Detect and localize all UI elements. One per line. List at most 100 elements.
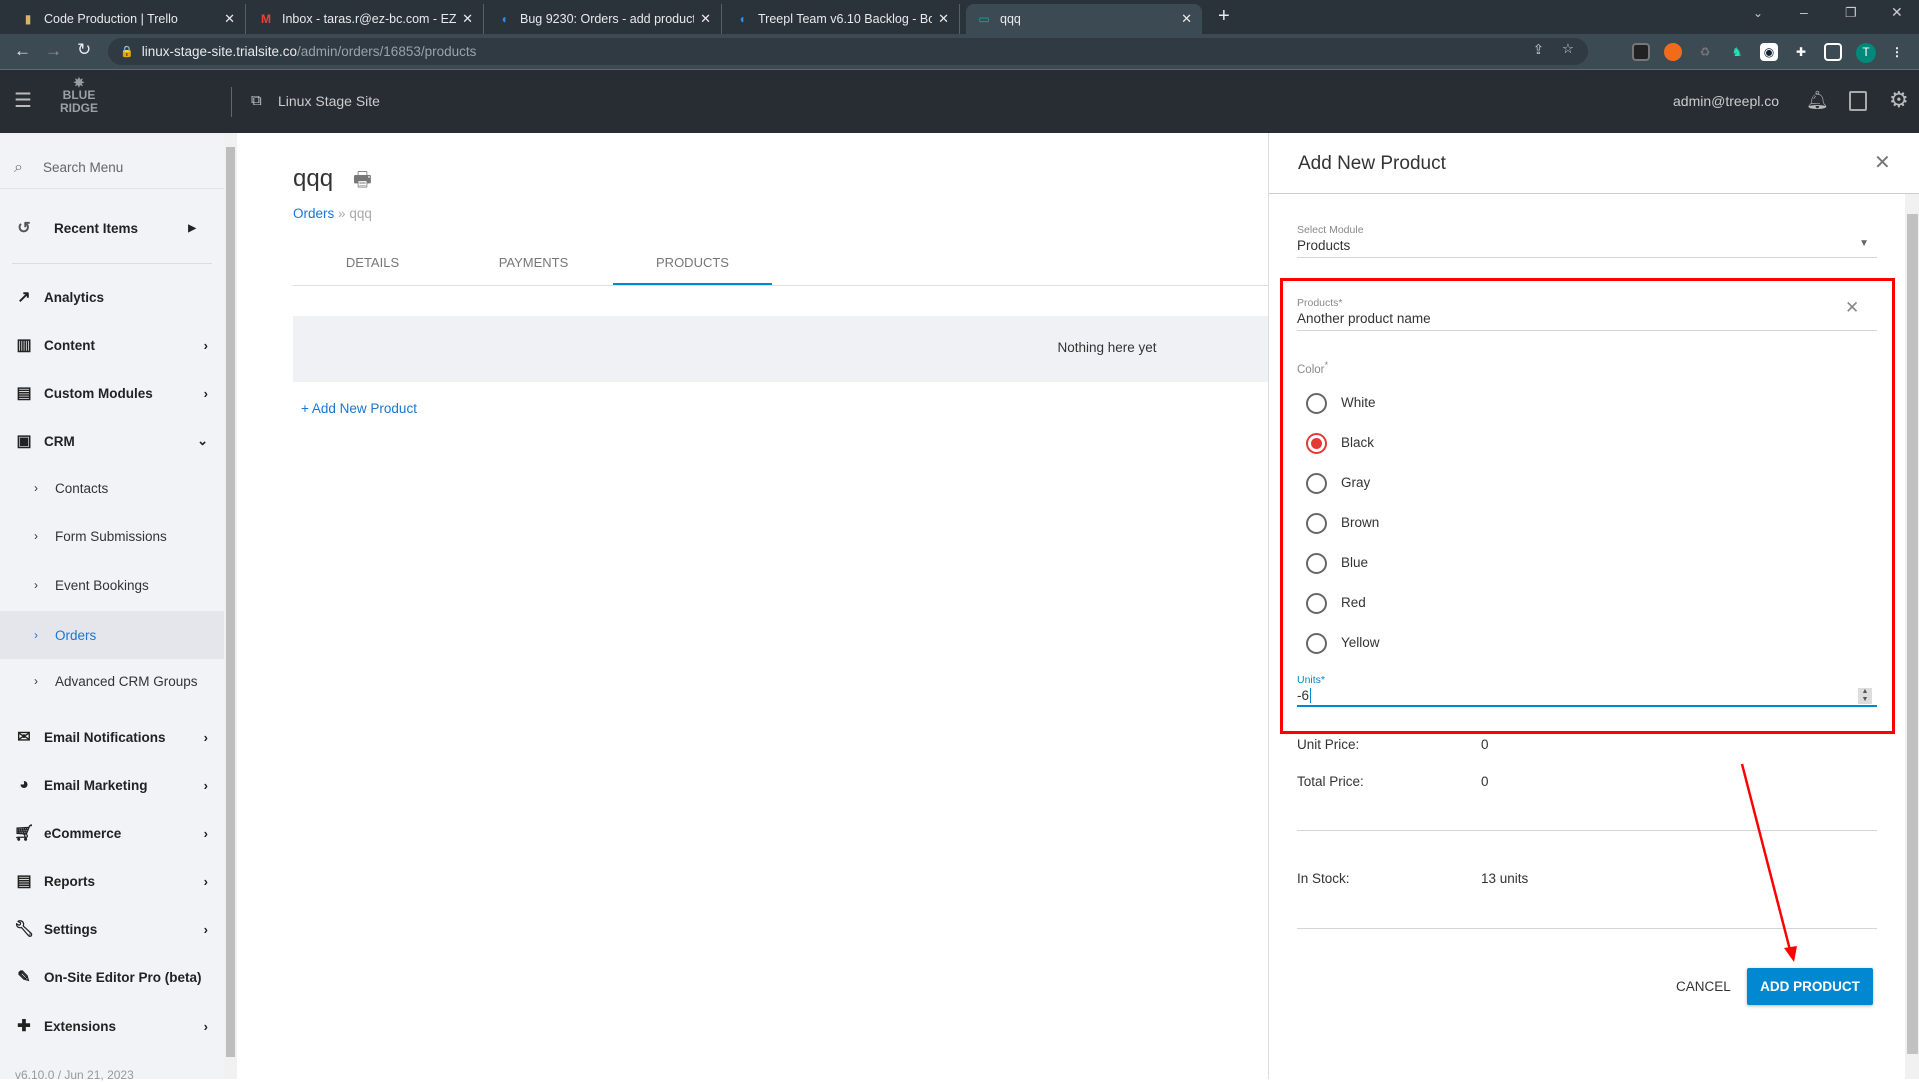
profile-avatar[interactable]: T: [1856, 43, 1876, 63]
browser-menu-icon[interactable]: ⋮: [1888, 43, 1906, 61]
sidebar-item-reports[interactable]: ▤ Reports ›: [0, 861, 224, 901]
print-icon[interactable]: 🖶: [353, 165, 372, 199]
external-link-icon[interactable]: ⧉: [251, 92, 262, 109]
sidebar-subitem-form-submissions[interactable]: › Form Submissions: [0, 514, 224, 558]
units-label: Units*: [1297, 674, 1326, 686]
logo[interactable]: ✵ BLUE RIDGE: [56, 76, 102, 115]
new-tab-button[interactable]: +: [1218, 5, 1230, 28]
add-product-button[interactable]: ADD PRODUCT: [1747, 968, 1873, 1005]
sidebar-subitem-advanced-crm-groups[interactable]: › Advanced CRM Groups: [0, 659, 224, 703]
search-menu[interactable]: ⌕ Search Menu: [0, 147, 224, 189]
close-icon[interactable]: ✕: [1874, 150, 1891, 175]
radio-gray[interactable]: [1306, 473, 1327, 494]
hamburger-menu-icon[interactable]: ☰: [14, 88, 32, 113]
sidebar-item-content[interactable]: ▥ Content ›: [0, 325, 224, 365]
sidebar-scrollbar[interactable]: [224, 133, 237, 1079]
divider: [1297, 928, 1877, 929]
tab-payments[interactable]: PAYMENTS: [454, 255, 613, 270]
puzzle-extensions-icon[interactable]: ✚: [1792, 43, 1810, 61]
radio-label[interactable]: White: [1341, 395, 1376, 410]
select-module-label: Select Module: [1297, 224, 1364, 236]
sidebar-item-settings[interactable]: 🔧︎ Settings ›: [0, 909, 224, 949]
back-icon[interactable]: ←: [14, 41, 31, 61]
site-name-link[interactable]: Linux Stage Site: [278, 93, 380, 109]
radio-label[interactable]: Blue: [1341, 555, 1368, 570]
total-price-value: 0: [1481, 774, 1489, 789]
extension-icon[interactable]: [1632, 43, 1650, 61]
sidebar-item-ecommerce[interactable]: 🛒︎ eCommerce ›: [0, 813, 224, 853]
radio-label[interactable]: Brown: [1341, 515, 1379, 530]
browser-tab-active[interactable]: ▭ qqq ✕: [966, 4, 1202, 34]
sidebar-item-crm[interactable]: ▣ CRM ⌄: [0, 421, 224, 461]
extension-icon[interactable]: ♻: [1696, 43, 1714, 61]
panel-scrollbar[interactable]: [1905, 194, 1919, 1079]
close-tab-icon[interactable]: ✕: [938, 11, 949, 27]
gear-icon[interactable]: ⚙: [1889, 87, 1909, 113]
radio-blue[interactable]: [1306, 553, 1327, 574]
bookmark-star-icon[interactable]: ☆: [1562, 41, 1574, 57]
chevron-right-icon: ›: [203, 825, 208, 841]
share-icon[interactable]: ⇪: [1533, 42, 1544, 58]
sidebar-item-extensions[interactable]: ✚ Extensions ›: [0, 1006, 224, 1046]
sidebar-item-onsite-editor[interactable]: ✎ On-Site Editor Pro (beta): [0, 957, 224, 997]
restore-button[interactable]: ❐: [1845, 5, 1857, 21]
breadcrumb-orders-link[interactable]: Orders: [293, 206, 334, 221]
extension-icon[interactable]: [1664, 43, 1682, 61]
tab-search-icon[interactable]: ⌄: [1753, 6, 1763, 20]
browser-toolbar: ← → ↻ 🔒 linux-stage-site.trialsite.co/ad…: [0, 34, 1919, 70]
number-stepper[interactable]: ▲ ▼: [1858, 688, 1872, 704]
sidebar-item-custom-modules[interactable]: ▤ Custom Modules ›: [0, 373, 224, 413]
analytics-icon: ↗: [17, 289, 31, 306]
media-icon[interactable]: [1849, 91, 1867, 111]
annotation-highlight-box: [1280, 278, 1895, 734]
radio-brown[interactable]: [1306, 513, 1327, 534]
select-module-dropdown[interactable]: Products ▼: [1297, 238, 1877, 253]
sidebar-item-analytics[interactable]: ↗ Analytics: [0, 277, 224, 317]
tab-products[interactable]: PRODUCTS: [613, 255, 772, 270]
tab-details[interactable]: DETAILS: [293, 255, 452, 270]
address-bar[interactable]: 🔒 linux-stage-site.trialsite.co/admin/or…: [108, 38, 1588, 65]
cancel-button[interactable]: CANCEL: [1676, 979, 1731, 994]
color-label: Color*: [1297, 360, 1329, 376]
close-tab-icon[interactable]: ✕: [224, 11, 235, 27]
forward-icon[interactable]: →: [45, 41, 62, 61]
browser-tab[interactable]: M Inbox - taras.r@ez-bc.com - EZ-B ✕: [248, 4, 484, 34]
reload-icon[interactable]: ↻: [77, 40, 91, 60]
bell-icon[interactable]: 🔔︎: [1806, 90, 1829, 111]
browser-tab[interactable]: ◖ Treepl Team v6.10 Backlog - Boar ✕: [724, 4, 960, 34]
units-input[interactable]: -6: [1297, 688, 1312, 703]
browser-tab[interactable]: ◖ Bug 9230: Orders - add products ✕: [486, 4, 722, 34]
sidebar-item-recent[interactable]: ↺ Recent Items ▶: [0, 208, 224, 248]
radio-red[interactable]: [1306, 593, 1327, 614]
chevron-right-icon: ›: [203, 777, 208, 793]
radio-label[interactable]: Gray: [1341, 475, 1370, 490]
close-tab-icon[interactable]: ✕: [700, 11, 711, 27]
browser-tab[interactable]: ▮ Code Production | Trello ✕: [10, 4, 246, 34]
extension-icon[interactable]: ◉: [1760, 43, 1778, 61]
wrench-icon: 🔧︎: [13, 921, 35, 938]
products-field[interactable]: Another product name: [1297, 311, 1431, 326]
user-email[interactable]: admin@treepl.co: [1673, 93, 1779, 109]
puzzle-icon: ✚: [17, 1018, 31, 1035]
radio-label[interactable]: Yellow: [1341, 635, 1380, 650]
crm-icon: ▣: [16, 433, 32, 450]
sidebar-subitem-event-bookings[interactable]: › Event Bookings: [0, 563, 224, 607]
sidebar-subitem-contacts[interactable]: › Contacts: [0, 466, 224, 510]
extension-icon[interactable]: ♞: [1728, 43, 1746, 61]
close-window-button[interactable]: ✕: [1891, 4, 1903, 21]
add-new-product-link[interactable]: + Add New Product: [301, 401, 417, 416]
radio-black[interactable]: [1306, 433, 1327, 454]
clear-icon[interactable]: ✕: [1845, 298, 1859, 318]
site-icon: ▭: [978, 12, 990, 26]
close-tab-icon[interactable]: ✕: [462, 11, 473, 27]
sidebar-item-email-notifications[interactable]: ✉ Email Notifications ›: [0, 717, 224, 757]
close-tab-icon[interactable]: ✕: [1181, 11, 1192, 27]
sidebar-subitem-orders[interactable]: › Orders: [0, 611, 224, 659]
sidebar-item-email-marketing[interactable]: ◕ Email Marketing ›: [0, 765, 224, 805]
minimize-button[interactable]: –: [1800, 4, 1808, 20]
radio-white[interactable]: [1306, 393, 1327, 414]
radio-label[interactable]: Black: [1341, 435, 1374, 450]
side-panel-icon[interactable]: [1824, 43, 1842, 61]
radio-label[interactable]: Red: [1341, 595, 1366, 610]
radio-yellow[interactable]: [1306, 633, 1327, 654]
